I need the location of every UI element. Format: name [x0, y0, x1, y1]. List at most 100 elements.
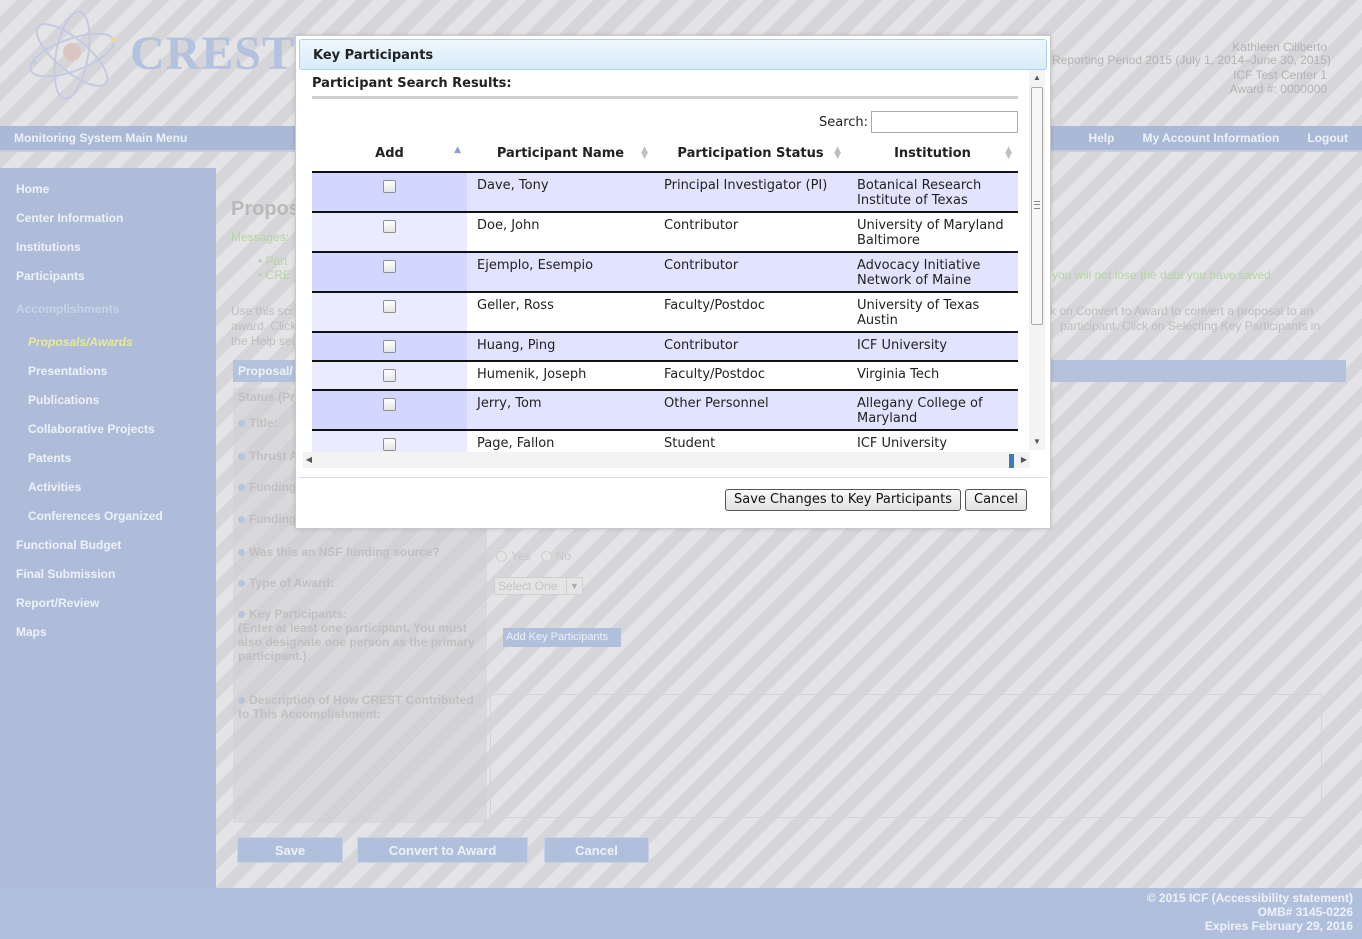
- intro-text: award. Click: [231, 319, 297, 333]
- message-item: • CRE: [258, 268, 291, 282]
- award-number: Award #: 0000000: [1229, 82, 1327, 96]
- sidebar-item-report-review[interactable]: Report/Review: [16, 596, 99, 610]
- key-participants-label: Key Participants: (Enter at least one pa…: [238, 607, 475, 663]
- column-header-add[interactable]: Add ▲: [312, 136, 467, 173]
- table-row: Huang, Ping Contributor ICF University: [312, 332, 1018, 362]
- sidebar-item-accomplishments[interactable]: Accomplishments: [16, 302, 119, 316]
- bullet-icon: [238, 484, 245, 491]
- participant-name: Dave, Tony: [467, 172, 654, 213]
- convert-to-award-button[interactable]: Convert to Award: [357, 837, 528, 863]
- scrollbar-thumb[interactable]: [1031, 87, 1043, 325]
- intro-text: k on Convert to Award to convert a propo…: [1050, 304, 1314, 318]
- bullet-icon: [238, 611, 245, 618]
- main-menu-link[interactable]: Monitoring System Main Menu: [14, 131, 187, 145]
- sidebar-item-conferences-organized[interactable]: Conferences Organized: [28, 509, 163, 523]
- sidebar-item-activities[interactable]: Activities: [28, 480, 81, 494]
- table-row: Doe, John Contributor University of Mary…: [312, 212, 1018, 253]
- add-checkbox[interactable]: [383, 369, 396, 382]
- participation-status: Contributor: [654, 252, 847, 293]
- table-header-row: Add ▲ Participant Name ▲ ▼ Participation St…: [312, 136, 1018, 173]
- chevron-down-icon: ▼: [566, 578, 582, 594]
- account-link[interactable]: My Account Information: [1142, 131, 1279, 145]
- scroll-right-icon[interactable]: ▶: [1018, 452, 1030, 468]
- sort-icon: ▲ ▼: [641, 145, 648, 161]
- message-item-continued: you will not lose the data you have save…: [1052, 268, 1275, 282]
- description-label: Description of How CREST Contributed to …: [238, 693, 474, 721]
- award-type-select[interactable]: Select One ▼: [494, 577, 583, 595]
- table-row: Ejemplo, Esempio Contributor Advocacy In…: [312, 252, 1018, 293]
- horizontal-scrollbar[interactable]: ◀ ▶: [303, 452, 1030, 468]
- nsf-funding-radio-group: Yes No: [496, 549, 571, 563]
- column-header-institution[interactable]: Institution ▲ ▼: [847, 136, 1018, 173]
- sidebar-item-patents[interactable]: Patents: [28, 451, 71, 465]
- sidebar: Home Center Information Institutions Par…: [0, 168, 216, 888]
- save-key-participants-button[interactable]: Save Changes to Key Participants: [725, 489, 961, 511]
- thrust-label: Thrust A: [238, 449, 298, 463]
- participation-status: Contributor: [654, 332, 847, 362]
- funding-label: Funding: [238, 480, 296, 494]
- dialog-title: Key Participants: [313, 48, 434, 63]
- table-row: Geller, Ross Faculty/Postdoc University …: [312, 292, 1018, 333]
- sidebar-item-center-information[interactable]: Center Information: [16, 211, 123, 225]
- dialog-cancel-button[interactable]: Cancel: [965, 489, 1028, 511]
- add-checkbox[interactable]: [383, 300, 396, 313]
- sort-icon: ▲ ▼: [1005, 145, 1012, 161]
- save-button[interactable]: Save: [237, 837, 343, 863]
- sidebar-item-institutions[interactable]: Institutions: [16, 240, 81, 254]
- sidebar-item-presentations[interactable]: Presentations: [28, 364, 107, 378]
- dialog-body: Participant Search Results: Search: Add ▲…: [299, 72, 1047, 474]
- column-header-participant-name[interactable]: Participant Name ▲ ▼: [467, 136, 654, 173]
- participant-name: Humenik, Joseph: [467, 361, 654, 391]
- add-checkbox[interactable]: [383, 180, 396, 193]
- scroll-left-icon[interactable]: ◀: [303, 452, 315, 468]
- sidebar-item-collaborative-projects[interactable]: Collaborative Projects: [28, 422, 155, 436]
- sidebar-item-final-submission[interactable]: Final Submission: [16, 567, 115, 581]
- description-textarea[interactable]: [490, 694, 1322, 818]
- add-checkbox[interactable]: [383, 340, 396, 353]
- add-checkbox[interactable]: [383, 438, 396, 451]
- status-label: Status (Pr: [238, 390, 295, 404]
- add-checkbox[interactable]: [383, 398, 396, 411]
- table-row: Humenik, Joseph Faculty/Postdoc Virginia…: [312, 361, 1018, 391]
- sidebar-item-participants[interactable]: Participants: [16, 269, 85, 283]
- sidebar-item-publications[interactable]: Publications: [28, 393, 99, 407]
- intro-text: the Help sec: [231, 334, 298, 348]
- participation-status: Contributor: [654, 212, 847, 253]
- add-checkbox[interactable]: [383, 260, 396, 273]
- copyright-text[interactable]: © 2015 ICF (Accessibility statement): [1147, 891, 1353, 905]
- participants-table: Add ▲ Participant Name ▲ ▼ Participation St…: [312, 136, 1018, 460]
- search-input[interactable]: [871, 111, 1018, 133]
- grip-icon: [1034, 201, 1040, 209]
- sidebar-item-home[interactable]: Home: [16, 182, 49, 196]
- participant-name: Doe, John: [467, 212, 654, 253]
- sort-icon: ▲ ▼: [834, 145, 841, 161]
- institution: Virginia Tech: [847, 361, 1018, 391]
- cancel-button[interactable]: Cancel: [544, 837, 649, 863]
- institution: Advocacy Initiative Network of Maine: [847, 252, 1018, 293]
- intro-text: participant. Click on Selecting Key Part…: [1060, 319, 1321, 333]
- scrollbar-thumb[interactable]: [1009, 454, 1014, 468]
- expiration-date: Expires February 29, 2016: [1204, 919, 1353, 933]
- sidebar-item-proposals-awards[interactable]: Proposals/Awards: [28, 335, 133, 349]
- site-footer: © 2015 ICF (Accessibility statement) OMB…: [0, 888, 1362, 939]
- scroll-up-icon[interactable]: ▲: [1029, 70, 1045, 86]
- sidebar-item-maps[interactable]: Maps: [16, 625, 47, 639]
- user-info: Kathleen Ciliberto ICF Test Center 1 Awa…: [1230, 40, 1327, 96]
- radio-no[interactable]: No: [540, 549, 571, 563]
- vertical-scrollbar[interactable]: ▲ ▼: [1029, 70, 1045, 450]
- dialog-titlebar[interactable]: Key Participants: [299, 39, 1047, 70]
- participation-status: Principal Investigator (PI): [654, 172, 847, 213]
- logout-link[interactable]: Logout: [1307, 131, 1348, 145]
- atom-logo-icon: [29, 10, 117, 100]
- bullet-icon: [238, 697, 245, 704]
- scroll-down-icon[interactable]: ▼: [1029, 434, 1045, 450]
- title-label: Title:: [238, 416, 277, 430]
- table-row: Dave, Tony Principal Investigator (PI) B…: [312, 172, 1018, 213]
- participant-name: Geller, Ross: [467, 292, 654, 333]
- add-checkbox[interactable]: [383, 220, 396, 233]
- sidebar-item-functional-budget[interactable]: Functional Budget: [16, 538, 121, 552]
- help-link[interactable]: Help: [1088, 131, 1114, 145]
- column-header-participation-status[interactable]: Participation Status ▲ ▼: [654, 136, 847, 173]
- radio-yes[interactable]: Yes: [496, 549, 531, 563]
- add-key-participants-button[interactable]: Add Key Participants: [503, 628, 621, 647]
